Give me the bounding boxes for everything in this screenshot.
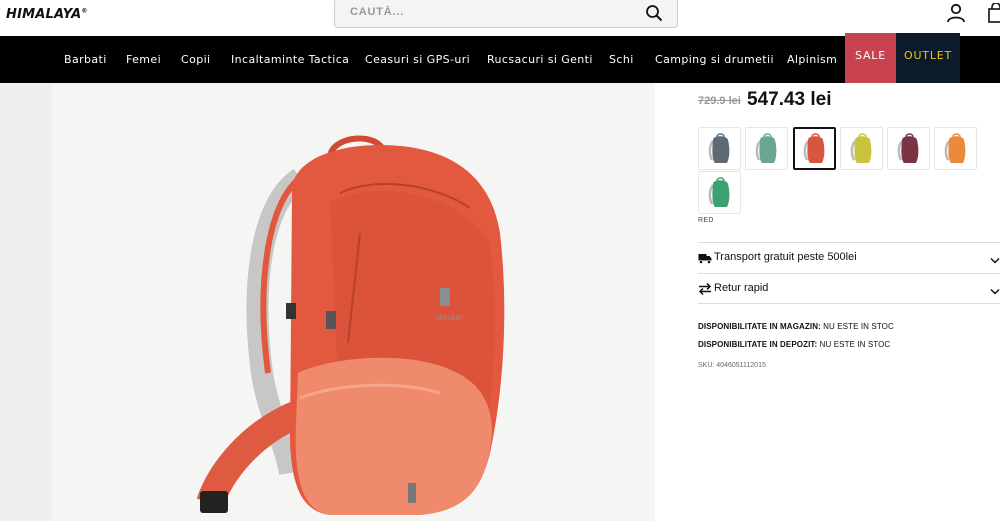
nav-item-ceasuri[interactable]: Ceasuri si GPS-uri	[365, 53, 470, 66]
divider	[698, 303, 1000, 304]
backpack-thumbnail-icon	[850, 132, 871, 163]
chevron-down-icon[interactable]	[990, 288, 1000, 296]
shipping-text: Transport gratuit peste 500lei	[714, 251, 857, 263]
store-availability-label: DISPONIBILITATE IN MAGAZIN:	[698, 322, 821, 331]
color-swatch-red[interactable]	[793, 127, 836, 170]
himalaya-logo[interactable]: HIMALAYA®	[6, 7, 88, 22]
backpack-thumbnail-icon	[897, 132, 918, 163]
old-price: 729.9 lei	[698, 95, 741, 107]
current-price: 547.43 lei	[747, 89, 832, 110]
backpack-thumbnail-icon	[803, 132, 824, 163]
sku-text: SKU: 4046051112015	[698, 362, 766, 369]
chevron-down-icon[interactable]	[990, 257, 1000, 265]
return-text: Retur rapid	[714, 282, 769, 294]
sale-button[interactable]: SALE	[845, 33, 896, 83]
color-swatch-graphite[interactable]	[698, 127, 741, 170]
store-availability: DISPONIBILITATE IN MAGAZIN: NU ESTE IN S…	[698, 322, 894, 331]
svg-text:deuter: deuter	[437, 313, 464, 322]
nav-item-incaltaminte-tactica[interactable]: Incaltaminte Tactica	[231, 53, 349, 66]
backpack-thumbnail-icon	[755, 132, 776, 163]
return-info-row[interactable]: Retur rapid	[698, 273, 1000, 303]
depot-availability-label: DISPONIBILITATE IN DEPOZIT:	[698, 340, 818, 349]
color-swatch-aubergine[interactable]	[887, 127, 930, 170]
nav-item-copii[interactable]: Copii	[181, 53, 211, 66]
backpack-image: deuter	[196, 135, 505, 515]
main-nav: Barbati Femei Copii Incaltaminte Tactica…	[0, 33, 1000, 83]
nav-item-rucsacuri[interactable]: Rucsacuri si Genti	[487, 53, 593, 66]
selected-color-label: RED	[698, 217, 714, 224]
search-input[interactable]	[350, 6, 630, 18]
depot-availability-value: NU ESTE IN STOC	[817, 340, 891, 349]
cart-icon[interactable]	[988, 3, 1000, 23]
color-swatch-green[interactable]	[698, 171, 741, 214]
store-availability-value: NU ESTE IN STOC	[820, 322, 894, 331]
shipping-info-row[interactable]: Transport gratuit peste 500lei	[698, 242, 1000, 272]
swap-arrows-icon	[698, 282, 712, 296]
nav-item-schi[interactable]: Schi	[609, 53, 634, 66]
user-icon[interactable]	[946, 3, 966, 23]
color-swatch-lime[interactable]	[840, 127, 883, 170]
depot-availability: DISPONIBILITATE IN DEPOZIT: NU ESTE IN S…	[698, 340, 890, 349]
backpack-thumbnail-icon	[708, 176, 729, 207]
color-swatch-jade[interactable]	[745, 127, 788, 170]
backpack-thumbnail-icon	[708, 132, 729, 163]
top-header: HIMALAYA®	[0, 0, 1000, 36]
nav-item-barbati[interactable]: Barbati	[64, 53, 107, 66]
outlet-button[interactable]: OUTLET	[896, 33, 960, 83]
search-icon[interactable]	[645, 4, 663, 22]
backpack-thumbnail-icon	[944, 132, 965, 163]
search-box	[334, 0, 678, 28]
truck-icon	[698, 254, 712, 264]
color-swatch-orange[interactable]	[934, 127, 977, 170]
nav-item-camping[interactable]: Camping si drumetii	[655, 53, 774, 66]
nav-item-femei[interactable]: Femei	[126, 53, 161, 66]
product-image-area: deuter	[0, 83, 655, 521]
nav-item-alpinism[interactable]: Alpinism	[787, 53, 837, 66]
